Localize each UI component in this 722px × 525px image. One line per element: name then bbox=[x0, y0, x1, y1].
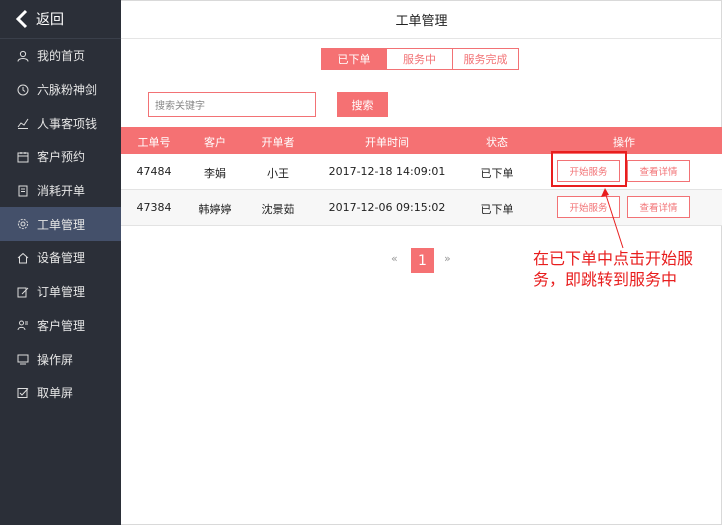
sidebar-item-label: 我的首页 bbox=[37, 49, 86, 64]
document-icon bbox=[18, 185, 28, 197]
calendar-icon bbox=[17, 151, 29, 163]
sidebar-item-label: 设备管理 bbox=[37, 251, 86, 266]
sidebar-item-label: 工单管理 bbox=[37, 217, 86, 232]
sidebar-item-home[interactable]: 我的首页 bbox=[0, 39, 121, 73]
user-icon bbox=[17, 50, 29, 62]
annotation-text: 在已下单中点击开始服务，即跳转到服务中 bbox=[533, 249, 694, 289]
sidebar-item-pickup-screen[interactable]: 取单屏 bbox=[0, 376, 121, 410]
sidebar-item-customers[interactable]: 客户管理 bbox=[0, 309, 121, 343]
monitor-icon bbox=[17, 354, 29, 365]
sidebar-item-hr[interactable]: 人事客项钱 bbox=[0, 106, 121, 140]
sidebar-item-equipment[interactable]: 设备管理 bbox=[0, 241, 121, 275]
sidebar-item-label: 六脉粉神剑 bbox=[37, 83, 98, 98]
home-icon bbox=[17, 252, 29, 264]
sidebar-item-label: 订单管理 bbox=[37, 285, 86, 300]
main-content: 工单管理 已下单 服务中 服务完成 搜索关键字 搜索 工单号 客户 开单者 开单… bbox=[121, 0, 722, 525]
checkbox-icon bbox=[17, 387, 29, 398]
sidebar-item-label: 客户预约 bbox=[37, 150, 86, 165]
users-icon bbox=[17, 320, 28, 331]
edit-icon bbox=[17, 287, 29, 298]
back-button[interactable]: 返回 bbox=[0, 0, 121, 39]
clock-icon bbox=[17, 84, 29, 96]
chart-icon bbox=[17, 118, 29, 130]
sidebar: 返回 我的首页 六脉粉神剑 人事客项钱 客户预约 消耗开单 工单管理 设备管理 … bbox=[0, 0, 121, 525]
sidebar-item-liumai[interactable]: 六脉粉神剑 bbox=[0, 73, 121, 107]
sidebar-item-label: 客户管理 bbox=[37, 318, 86, 333]
sidebar-item-label: 消耗开单 bbox=[37, 184, 86, 199]
sidebar-item-consume[interactable]: 消耗开单 bbox=[0, 174, 121, 208]
sidebar-item-workorder[interactable]: 工单管理 bbox=[0, 207, 121, 242]
back-label: 返回 bbox=[36, 12, 64, 28]
gear-icon bbox=[17, 219, 29, 230]
sidebar-item-label: 操作屏 bbox=[37, 352, 74, 367]
sidebar-item-label: 人事客项钱 bbox=[37, 116, 98, 131]
chevron-left-icon bbox=[15, 9, 28, 29]
sidebar-item-appointment[interactable]: 客户预约 bbox=[0, 140, 121, 174]
sidebar-item-operate-screen[interactable]: 操作屏 bbox=[0, 342, 121, 376]
sidebar-item-label: 取单屏 bbox=[37, 386, 74, 401]
sidebar-item-orders[interactable]: 订单管理 bbox=[0, 275, 121, 309]
